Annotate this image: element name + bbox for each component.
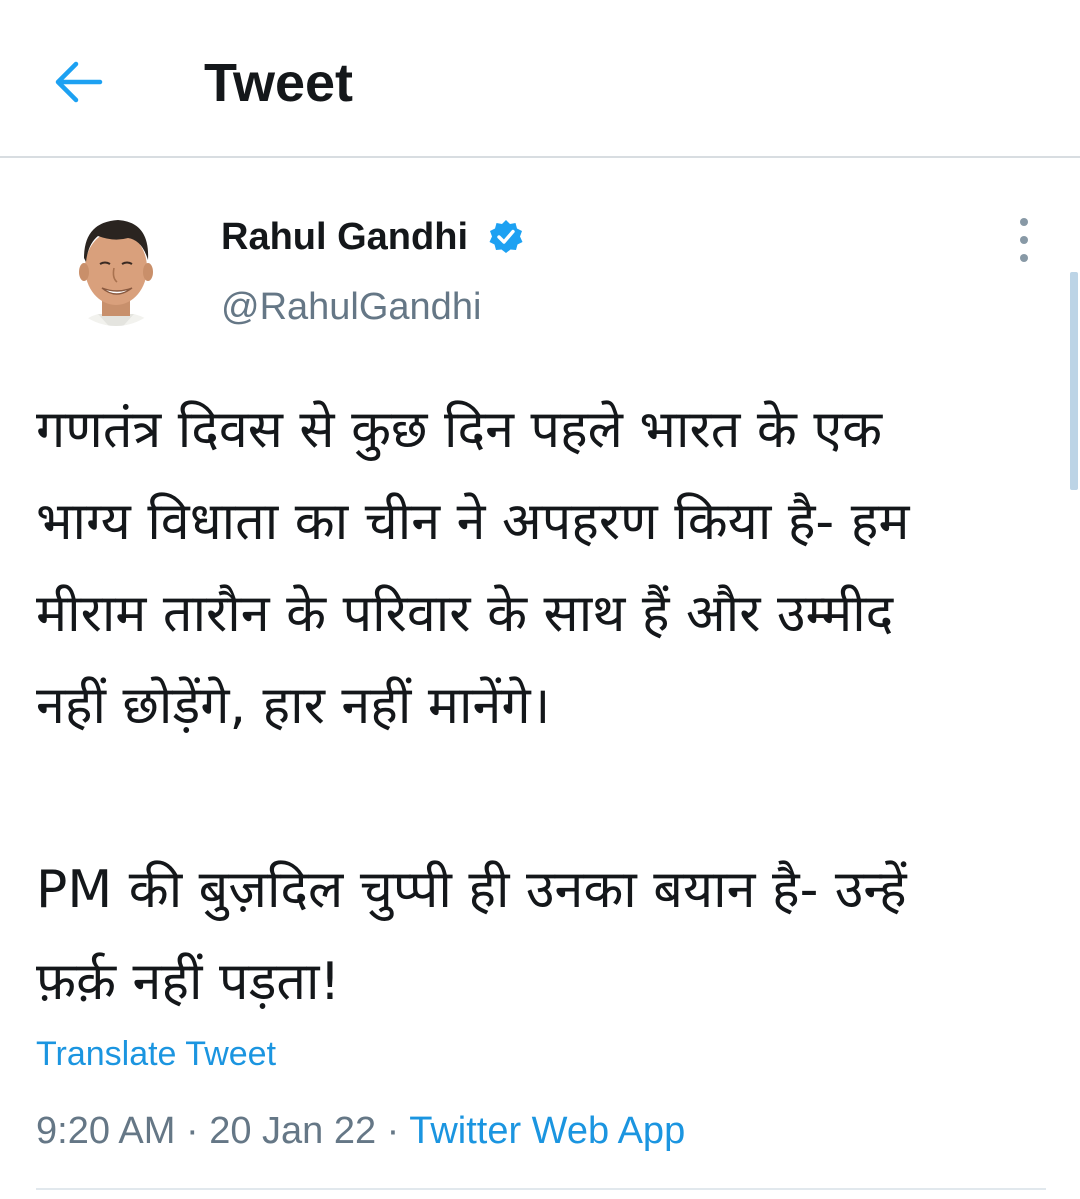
more-vertical-icon (1020, 218, 1028, 226)
more-vertical-icon-dot (1020, 236, 1028, 244)
scrollbar[interactable] (1070, 272, 1078, 490)
profile-photo (62, 218, 170, 326)
more-vertical-icon-dot (1020, 254, 1028, 262)
back-button[interactable] (48, 54, 108, 110)
arrow-left-icon (55, 61, 103, 103)
tweet-text-line: गणतंत्र दिवस से कुछ दिन पहले भारत के एक (36, 400, 883, 460)
more-options-button[interactable] (1004, 218, 1044, 262)
verified-badge-icon (489, 220, 523, 253)
tweet-text-line: मीराम तारौन के परिवार के साथ हैं और उम्म… (36, 584, 894, 644)
tweet-time: 9:20 AM (36, 1110, 176, 1152)
tweet-text-line: फ़र्क़ नहीं पड़ता! (36, 952, 341, 1012)
translate-tweet-link[interactable]: Translate Tweet (36, 1034, 276, 1074)
meta-separator: · (376, 1110, 410, 1152)
tweet-text-line: भाग्य विधाता का चीन ने अपहरण किया है- हम (36, 492, 910, 552)
author-handle[interactable]: @RahulGandhi (221, 284, 481, 330)
meta-separator: · (175, 1110, 210, 1152)
avatar[interactable] (62, 196, 170, 348)
author-name[interactable]: Rahul Gandhi (221, 214, 468, 260)
tweet-metadata: 9:20 AM · 20 Jan 22 · Twitter Web App (36, 1108, 685, 1154)
tweet-text-line: नहीं छोड़ेंगे, हार नहीं मानेंगे। (36, 676, 551, 736)
tweet-text: गणतंत्र दिवस से कुछ दिन पहले भारत के एक … (36, 384, 1046, 1028)
divider (36, 1188, 1046, 1190)
page-title: Tweet (204, 53, 354, 113)
top-app-bar: Tweet (0, 0, 1080, 158)
tweet-text-line: PM की बुज़दिल चुप्पी ही उनका बयान है- उन… (36, 860, 907, 920)
tweet-date: 20 Jan 22 (209, 1110, 377, 1152)
tweet-source-link[interactable]: Twitter Web App (409, 1110, 685, 1152)
